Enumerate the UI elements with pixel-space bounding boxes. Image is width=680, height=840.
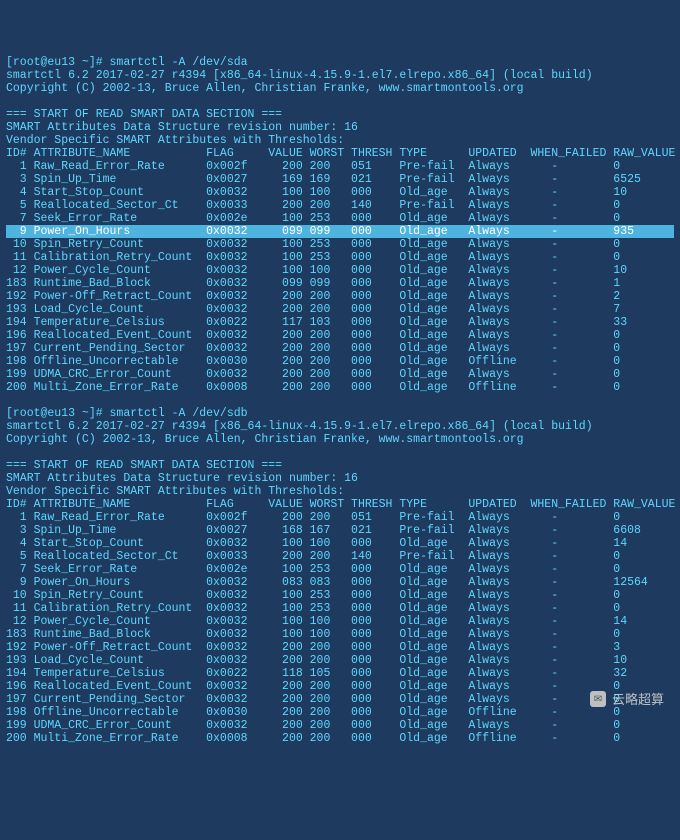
table-row[interactable]: 196 Reallocated_Event_Count 0x0032 200 2… — [6, 680, 674, 693]
table-row[interactable]: 11 Calibration_Retry_Count 0x0032 100 25… — [6, 602, 674, 615]
prompt-line[interactable]: [root@eu13 ~]# smartctl -A /dev/sda — [6, 56, 674, 69]
table-row[interactable]: 1 Raw_Read_Error_Rate 0x002f 200 200 051… — [6, 160, 674, 173]
table-row[interactable]: 12 Power_Cycle_Count 0x0032 100 100 000 … — [6, 615, 674, 628]
table-row[interactable]: 200 Multi_Zone_Error_Rate 0x0008 200 200… — [6, 381, 674, 394]
blank-line — [6, 95, 674, 108]
table-row[interactable]: 197 Current_Pending_Sector 0x0032 200 20… — [6, 693, 674, 706]
copyright-line: Copyright (C) 2002-13, Bruce Allen, Chri… — [6, 433, 674, 446]
table-row[interactable]: 3 Spin_Up_Time 0x0027 169 169 021 Pre-fa… — [6, 173, 674, 186]
table-row[interactable]: 5 Reallocated_Sector_Ct 0x0033 200 200 1… — [6, 199, 674, 212]
table-row[interactable]: 7 Seek_Error_Rate 0x002e 100 253 000 Old… — [6, 212, 674, 225]
prompt-line[interactable]: [root@eu13 ~]# smartctl -A /dev/sdb — [6, 407, 674, 420]
table-row[interactable]: 9 Power_On_Hours 0x0032 099 099 000 Old_… — [6, 225, 674, 238]
table-row[interactable]: 9 Power_On_Hours 0x0032 083 083 000 Old_… — [6, 576, 674, 589]
vendor-line: Vendor Specific SMART Attributes with Th… — [6, 134, 674, 147]
table-row[interactable]: 4 Start_Stop_Count 0x0032 100 100 000 Ol… — [6, 537, 674, 550]
table-header: ID# ATTRIBUTE_NAME FLAG VALUE WORST THRE… — [6, 498, 674, 511]
table-row[interactable]: 4 Start_Stop_Count 0x0032 100 100 000 Ol… — [6, 186, 674, 199]
vendor-line: Vendor Specific SMART Attributes with Th… — [6, 485, 674, 498]
revision-line: SMART Attributes Data Structure revision… — [6, 121, 674, 134]
table-row[interactable]: 199 UDMA_CRC_Error_Count 0x0032 200 200 … — [6, 368, 674, 381]
blank-line — [6, 446, 674, 459]
table-row[interactable]: 12 Power_Cycle_Count 0x0032 100 100 000 … — [6, 264, 674, 277]
table-row[interactable]: 196 Reallocated_Event_Count 0x0032 200 2… — [6, 329, 674, 342]
table-row[interactable]: 199 UDMA_CRC_Error_Count 0x0032 200 200 … — [6, 719, 674, 732]
table-row[interactable]: 200 Multi_Zone_Error_Rate 0x0008 200 200… — [6, 732, 674, 745]
table-row[interactable]: 193 Load_Cycle_Count 0x0032 200 200 000 … — [6, 654, 674, 667]
terminal-output[interactable]: [root@eu13 ~]# smartctl -A /dev/sdasmart… — [6, 56, 674, 745]
table-row[interactable]: 183 Runtime_Bad_Block 0x0032 100 100 000… — [6, 628, 674, 641]
version-line: smartctl 6.2 2017-02-27 r4394 [x86_64-li… — [6, 69, 674, 82]
copyright-line: Copyright (C) 2002-13, Bruce Allen, Chri… — [6, 82, 674, 95]
table-row[interactable]: 7 Seek_Error_Rate 0x002e 100 253 000 Old… — [6, 563, 674, 576]
table-row[interactable]: 198 Offline_Uncorrectable 0x0030 200 200… — [6, 706, 674, 719]
table-row[interactable]: 198 Offline_Uncorrectable 0x0030 200 200… — [6, 355, 674, 368]
table-row[interactable]: 1 Raw_Read_Error_Rate 0x002f 200 200 051… — [6, 511, 674, 524]
table-row[interactable]: 197 Current_Pending_Sector 0x0032 200 20… — [6, 342, 674, 355]
watermark-text: 云略超算 — [612, 693, 664, 706]
blank-line — [6, 394, 674, 407]
table-row[interactable]: 192 Power-Off_Retract_Count 0x0032 200 2… — [6, 290, 674, 303]
table-row[interactable]: 10 Spin_Retry_Count 0x0032 100 253 000 O… — [6, 238, 674, 251]
table-row[interactable]: 3 Spin_Up_Time 0x0027 168 167 021 Pre-fa… — [6, 524, 674, 537]
section-start: === START OF READ SMART DATA SECTION === — [6, 108, 674, 121]
version-line: smartctl 6.2 2017-02-27 r4394 [x86_64-li… — [6, 420, 674, 433]
table-header: ID# ATTRIBUTE_NAME FLAG VALUE WORST THRE… — [6, 147, 674, 160]
table-row[interactable]: 193 Load_Cycle_Count 0x0032 200 200 000 … — [6, 303, 674, 316]
section-start: === START OF READ SMART DATA SECTION === — [6, 459, 674, 472]
table-row[interactable]: 183 Runtime_Bad_Block 0x0032 099 099 000… — [6, 277, 674, 290]
table-row[interactable]: 10 Spin_Retry_Count 0x0032 100 253 000 O… — [6, 589, 674, 602]
table-row[interactable]: 11 Calibration_Retry_Count 0x0032 100 25… — [6, 251, 674, 264]
table-row[interactable]: 194 Temperature_Celsius 0x0022 118 105 0… — [6, 667, 674, 680]
revision-line: SMART Attributes Data Structure revision… — [6, 472, 674, 485]
table-row[interactable]: 194 Temperature_Celsius 0x0022 117 103 0… — [6, 316, 674, 329]
table-row[interactable]: 5 Reallocated_Sector_Ct 0x0033 200 200 1… — [6, 550, 674, 563]
wechat-icon: ✉ — [590, 691, 606, 707]
watermark: ✉ 云略超算 — [590, 691, 664, 707]
table-row[interactable]: 192 Power-Off_Retract_Count 0x0032 200 2… — [6, 641, 674, 654]
